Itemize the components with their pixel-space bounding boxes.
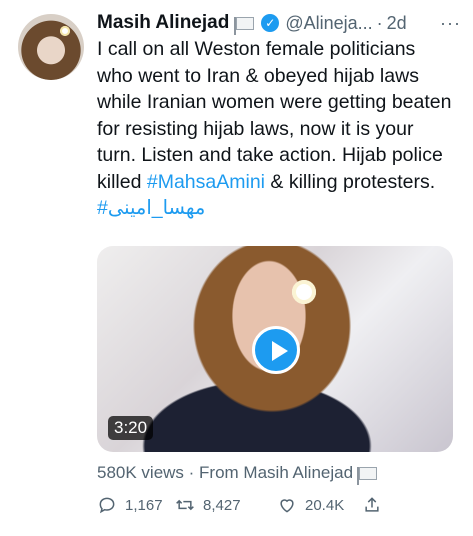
retweet-count: 8,427 (203, 496, 241, 514)
view-count: 580K views · From Masih Alinejad (97, 463, 378, 485)
tweet-text: I call on all Weston female politicians … (97, 36, 465, 222)
views-text: 580K views · From Masih Alinejad (97, 463, 354, 482)
tweet-line: while Iranian women were getting beaten (97, 91, 452, 113)
tweet-line: killed (97, 170, 142, 193)
reply-icon (99, 497, 115, 514)
tweet-actions: 1,167 8,427 20.4K (97, 494, 397, 516)
timestamp[interactable]: 2d (387, 13, 407, 34)
retweet-button[interactable]: 8,427 (175, 495, 277, 515)
separator-dot: · (376, 12, 383, 33)
reply-button[interactable]: 1,167 (97, 495, 175, 515)
like-count: 20.4K (305, 496, 345, 514)
share-button[interactable] (362, 495, 382, 515)
tweet-header: Masih Alinejad ✓ @Alineja... · 2d ··· (97, 10, 461, 36)
heart-icon (280, 499, 294, 513)
tweet-line: & killing protesters. (270, 170, 436, 193)
author-avatar[interactable] (18, 14, 84, 80)
author-handle[interactable]: @Alineja... (285, 13, 372, 34)
tweet-line: turn. Listen and take action. Hijab poli… (97, 144, 443, 166)
reply-count: 1,167 (125, 496, 163, 514)
author-name[interactable]: Masih Alinejad (97, 12, 229, 34)
white-flag-icon (234, 16, 255, 35)
video-player[interactable]: 3:20 (97, 246, 453, 452)
play-button-icon[interactable] (252, 326, 300, 374)
hashtag-link-persian[interactable]: #مهسا_امینی (97, 195, 465, 222)
tweet-line: I call on all Weston female politicians (97, 38, 416, 60)
video-thumbnail-flower (292, 280, 316, 304)
verified-badge-icon: ✓ (261, 14, 280, 32)
white-flag-icon (357, 466, 378, 485)
hashtag-link[interactable]: #MahsaAmini (147, 171, 265, 193)
share-icon (365, 497, 379, 512)
video-duration: 3:20 (108, 416, 154, 440)
avatar-flower (60, 26, 70, 36)
more-options-icon[interactable]: ··· (440, 13, 461, 34)
tweet-line: for resisting hijab laws, now it is your (97, 117, 414, 140)
tweet-line: who went to Iran & obeyed hijab laws (97, 64, 419, 87)
retweet-icon (176, 499, 194, 511)
like-button[interactable]: 20.4K (277, 495, 362, 515)
